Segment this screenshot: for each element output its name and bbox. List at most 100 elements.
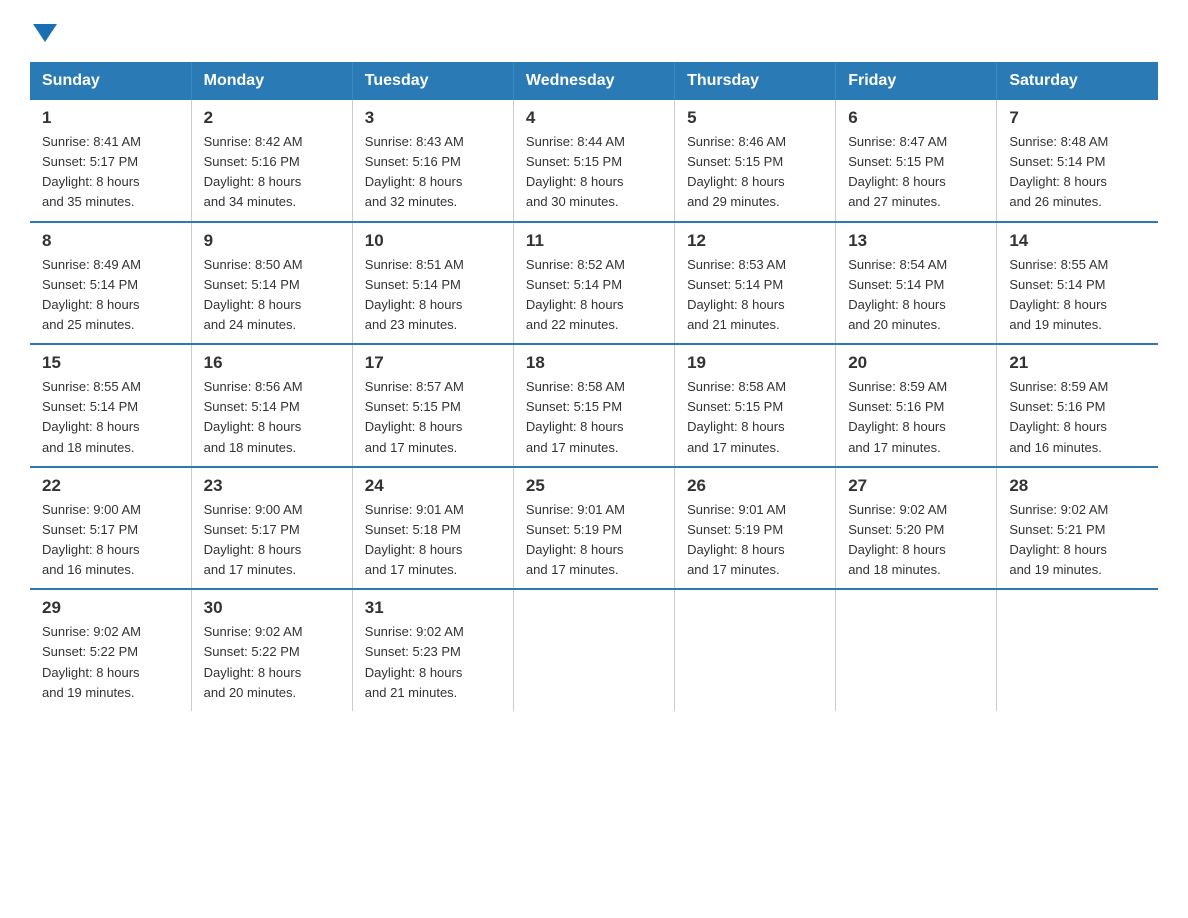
calendar-cell: 19Sunrise: 8:58 AMSunset: 5:15 PMDayligh… [675, 344, 836, 467]
day-number: 25 [526, 476, 662, 496]
week-row-5: 29Sunrise: 9:02 AMSunset: 5:22 PMDayligh… [30, 589, 1158, 711]
day-info: Sunrise: 8:58 AMSunset: 5:15 PMDaylight:… [526, 377, 662, 458]
calendar-cell [997, 589, 1158, 711]
calendar-cell: 4 Sunrise: 8:44 AMSunset: 5:15 PMDaylight… [513, 100, 674, 222]
day-number: 5 [687, 108, 823, 128]
day-number: 22 [42, 476, 179, 496]
day-info: Sunrise: 8:59 AMSunset: 5:16 PMDaylight:… [848, 377, 984, 458]
day-info: Sunrise: 8:57 AMSunset: 5:15 PMDaylight:… [365, 377, 501, 458]
day-info: Sunrise: 9:01 AMSunset: 5:18 PMDaylight:… [365, 500, 501, 581]
calendar-cell: 25 Sunrise: 9:01 AMSunset: 5:19 PMDayligh… [513, 467, 674, 590]
header-thursday: Thursday [675, 62, 836, 100]
calendar-cell: 26 Sunrise: 9:01 AMSunset: 5:19 PMDayligh… [675, 467, 836, 590]
calendar-cell: 27 Sunrise: 9:02 AMSunset: 5:20 PMDayligh… [836, 467, 997, 590]
calendar-cell: 15Sunrise: 8:55 AMSunset: 5:14 PMDayligh… [30, 344, 191, 467]
calendar-cell: 22 Sunrise: 9:00 AMSunset: 5:17 PMDayligh… [30, 467, 191, 590]
day-info: Sunrise: 8:51 AMSunset: 5:14 PMDaylight:… [365, 255, 501, 336]
calendar-cell: 3 Sunrise: 8:43 AMSunset: 5:16 PMDaylight… [352, 100, 513, 222]
day-info: Sunrise: 8:48 AMSunset: 5:14 PMDaylight:… [1009, 132, 1146, 213]
day-info: Sunrise: 8:55 AMSunset: 5:14 PMDaylight:… [42, 377, 179, 458]
logo [30, 20, 57, 42]
calendar-cell [675, 589, 836, 711]
calendar-cell: 12 Sunrise: 8:53 AMSunset: 5:14 PMDayligh… [675, 222, 836, 345]
day-info: Sunrise: 8:50 AMSunset: 5:14 PMDaylight:… [204, 255, 340, 336]
page-header [30, 20, 1158, 42]
calendar-cell: 14 Sunrise: 8:55 AMSunset: 5:14 PMDayligh… [997, 222, 1158, 345]
day-info: Sunrise: 8:53 AMSunset: 5:14 PMDaylight:… [687, 255, 823, 336]
day-info: Sunrise: 8:58 AMSunset: 5:15 PMDaylight:… [687, 377, 823, 458]
calendar-cell: 11Sunrise: 8:52 AMSunset: 5:14 PMDayligh… [513, 222, 674, 345]
day-info: Sunrise: 8:47 AMSunset: 5:15 PMDaylight:… [848, 132, 984, 213]
day-number: 26 [687, 476, 823, 496]
header-sunday: Sunday [30, 62, 191, 100]
calendar-cell: 24 Sunrise: 9:01 AMSunset: 5:18 PMDayligh… [352, 467, 513, 590]
day-info: Sunrise: 8:43 AMSunset: 5:16 PMDaylight:… [365, 132, 501, 213]
day-info: Sunrise: 9:01 AMSunset: 5:19 PMDaylight:… [526, 500, 662, 581]
calendar-table: SundayMondayTuesdayWednesdayThursdayFrid… [30, 62, 1158, 711]
day-info: Sunrise: 9:02 AMSunset: 5:23 PMDaylight:… [365, 622, 501, 703]
day-info: Sunrise: 8:56 AMSunset: 5:14 PMDaylight:… [204, 377, 340, 458]
logo-arrow-icon [33, 24, 57, 42]
day-info: Sunrise: 8:41 AMSunset: 5:17 PMDaylight:… [42, 132, 179, 213]
calendar-cell: 18 Sunrise: 8:58 AMSunset: 5:15 PMDayligh… [513, 344, 674, 467]
day-number: 28 [1009, 476, 1146, 496]
day-info: Sunrise: 8:55 AMSunset: 5:14 PMDaylight:… [1009, 255, 1146, 336]
logo-text [30, 20, 57, 42]
day-info: Sunrise: 9:00 AMSunset: 5:17 PMDaylight:… [42, 500, 179, 581]
day-number: 23 [204, 476, 340, 496]
day-number: 6 [848, 108, 984, 128]
calendar-cell: 31 Sunrise: 9:02 AMSunset: 5:23 PMDayligh… [352, 589, 513, 711]
day-info: Sunrise: 9:00 AMSunset: 5:17 PMDaylight:… [204, 500, 340, 581]
day-info: Sunrise: 9:02 AMSunset: 5:21 PMDaylight:… [1009, 500, 1146, 581]
day-info: Sunrise: 9:01 AMSunset: 5:19 PMDaylight:… [687, 500, 823, 581]
day-number: 20 [848, 353, 984, 373]
calendar-cell: 20 Sunrise: 8:59 AMSunset: 5:16 PMDayligh… [836, 344, 997, 467]
day-info: Sunrise: 8:42 AMSunset: 5:16 PMDaylight:… [204, 132, 340, 213]
day-number: 3 [365, 108, 501, 128]
day-number: 17 [365, 353, 501, 373]
day-number: 12 [687, 231, 823, 251]
day-number: 18 [526, 353, 662, 373]
day-number: 7 [1009, 108, 1146, 128]
day-info: Sunrise: 9:02 AMSunset: 5:22 PMDaylight:… [42, 622, 179, 703]
week-row-2: 8Sunrise: 8:49 AMSunset: 5:14 PMDaylight… [30, 222, 1158, 345]
week-row-1: 1 Sunrise: 8:41 AMSunset: 5:17 PMDaylight… [30, 100, 1158, 222]
day-number: 4 [526, 108, 662, 128]
day-number: 27 [848, 476, 984, 496]
day-info: Sunrise: 8:49 AMSunset: 5:14 PMDaylight:… [42, 255, 179, 336]
day-info: Sunrise: 8:46 AMSunset: 5:15 PMDaylight:… [687, 132, 823, 213]
calendar-cell: 9 Sunrise: 8:50 AMSunset: 5:14 PMDaylight… [191, 222, 352, 345]
day-number: 30 [204, 598, 340, 618]
calendar-cell [836, 589, 997, 711]
calendar-cell [513, 589, 674, 711]
calendar-cell: 10Sunrise: 8:51 AMSunset: 5:14 PMDayligh… [352, 222, 513, 345]
day-number: 16 [204, 353, 340, 373]
calendar-cell: 8Sunrise: 8:49 AMSunset: 5:14 PMDaylight… [30, 222, 191, 345]
header-saturday: Saturday [997, 62, 1158, 100]
day-info: Sunrise: 9:02 AMSunset: 5:20 PMDaylight:… [848, 500, 984, 581]
day-number: 31 [365, 598, 501, 618]
calendar-cell: 7 Sunrise: 8:48 AMSunset: 5:14 PMDaylight… [997, 100, 1158, 222]
day-info: Sunrise: 8:59 AMSunset: 5:16 PMDaylight:… [1009, 377, 1146, 458]
day-number: 14 [1009, 231, 1146, 251]
calendar-cell: 5 Sunrise: 8:46 AMSunset: 5:15 PMDaylight… [675, 100, 836, 222]
header-monday: Monday [191, 62, 352, 100]
calendar-header-row: SundayMondayTuesdayWednesdayThursdayFrid… [30, 62, 1158, 100]
header-friday: Friday [836, 62, 997, 100]
week-row-3: 15Sunrise: 8:55 AMSunset: 5:14 PMDayligh… [30, 344, 1158, 467]
calendar-cell: 29Sunrise: 9:02 AMSunset: 5:22 PMDayligh… [30, 589, 191, 711]
calendar-cell: 1 Sunrise: 8:41 AMSunset: 5:17 PMDaylight… [30, 100, 191, 222]
day-number: 9 [204, 231, 340, 251]
day-number: 24 [365, 476, 501, 496]
calendar-cell: 2 Sunrise: 8:42 AMSunset: 5:16 PMDaylight… [191, 100, 352, 222]
calendar-cell: 13Sunrise: 8:54 AMSunset: 5:14 PMDayligh… [836, 222, 997, 345]
day-info: Sunrise: 8:44 AMSunset: 5:15 PMDaylight:… [526, 132, 662, 213]
week-row-4: 22 Sunrise: 9:00 AMSunset: 5:17 PMDayligh… [30, 467, 1158, 590]
day-number: 1 [42, 108, 179, 128]
day-info: Sunrise: 8:54 AMSunset: 5:14 PMDaylight:… [848, 255, 984, 336]
day-number: 2 [204, 108, 340, 128]
header-wednesday: Wednesday [513, 62, 674, 100]
calendar-cell: 16 Sunrise: 8:56 AMSunset: 5:14 PMDayligh… [191, 344, 352, 467]
calendar-cell: 6 Sunrise: 8:47 AMSunset: 5:15 PMDaylight… [836, 100, 997, 222]
calendar-cell: 23 Sunrise: 9:00 AMSunset: 5:17 PMDayligh… [191, 467, 352, 590]
